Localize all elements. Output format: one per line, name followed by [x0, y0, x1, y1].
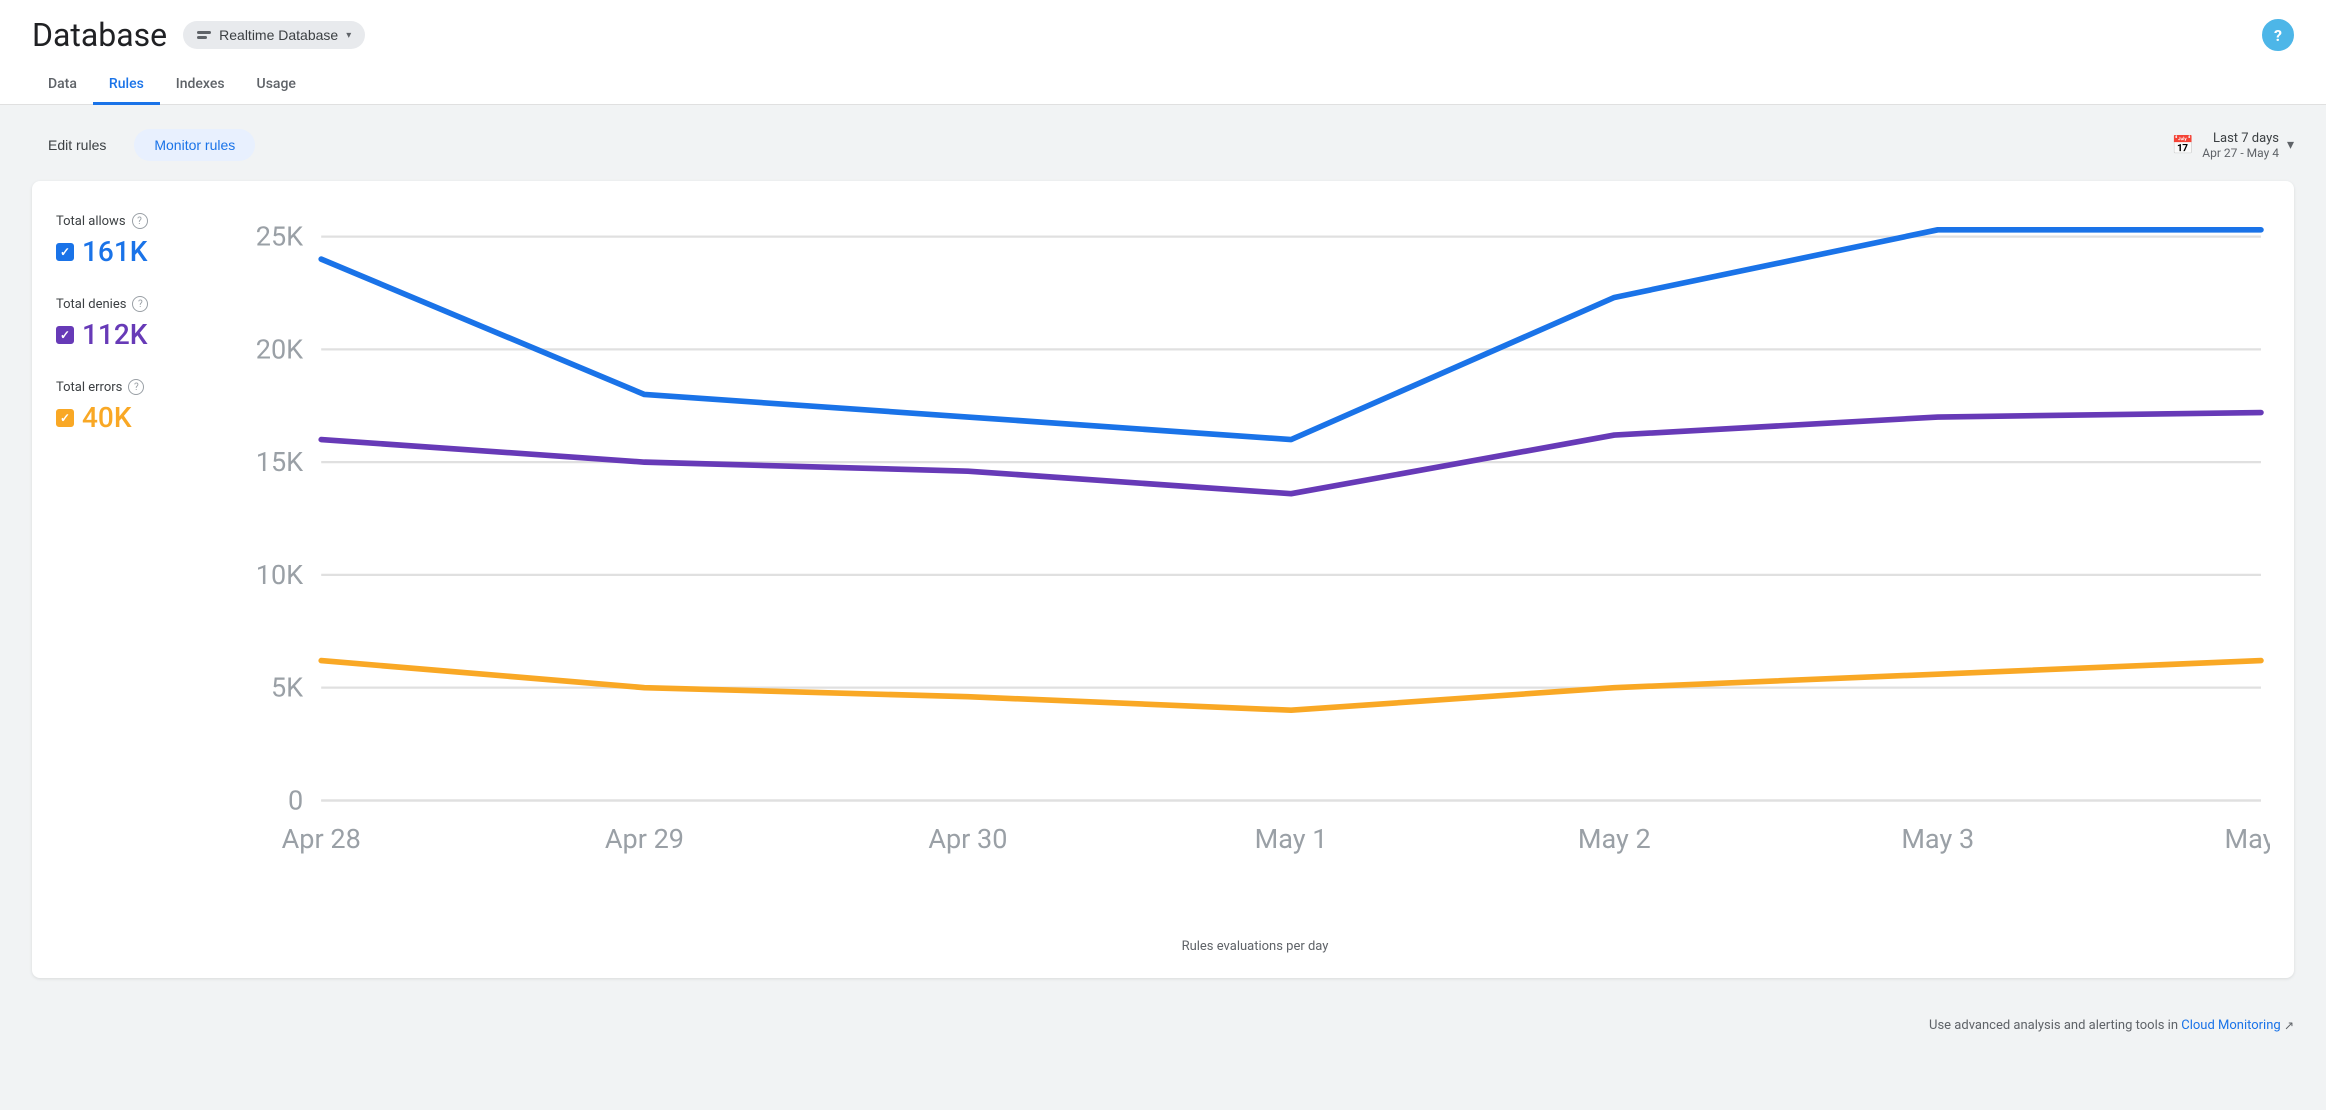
- chevron-down-icon: ▾: [2287, 137, 2294, 153]
- errors-checkbox[interactable]: [56, 409, 74, 427]
- date-range-selector[interactable]: 📅 Last 7 days Apr 27 - May 4 ▾: [2172, 131, 2294, 160]
- tab-indexes[interactable]: Indexes: [160, 66, 241, 105]
- db-selector-button[interactable]: Realtime Database ▾: [183, 21, 365, 49]
- denies-label: Total denies: [56, 297, 126, 312]
- external-link-icon: ↗: [2284, 1018, 2294, 1032]
- legend-denies: Total denies ? 112K: [56, 296, 216, 351]
- denies-value: 112K: [82, 318, 147, 351]
- footer-note: Use advanced analysis and alerting tools…: [0, 1002, 2326, 1049]
- denies-value-row: 112K: [56, 318, 216, 351]
- cloud-monitoring-link[interactable]: Cloud Monitoring: [2181, 1018, 2280, 1033]
- chart-svg: 25K 20K 15K 10K 5K 0: [240, 205, 2270, 927]
- allows-checkbox[interactable]: [56, 243, 74, 261]
- database-stack-icon: [197, 31, 211, 39]
- help-button[interactable]: ?: [2262, 19, 2294, 51]
- footer-prefix: Use advanced analysis and alerting tools…: [1929, 1018, 2181, 1033]
- page-title: Database: [32, 16, 167, 54]
- errors-help-icon[interactable]: ?: [128, 379, 144, 395]
- chart-legend: Total allows ? 161K Total denies ?: [56, 205, 216, 462]
- allows-value: 161K: [82, 235, 147, 268]
- chart-card: Total allows ? 161K Total denies ?: [32, 181, 2294, 978]
- svg-text:May 3: May 3: [1901, 823, 1974, 855]
- chart-x-label: Rules evaluations per day: [240, 939, 2270, 954]
- edit-rules-button[interactable]: Edit rules: [32, 129, 122, 161]
- svg-text:20K: 20K: [256, 333, 303, 365]
- svg-text:May 2: May 2: [1578, 823, 1651, 855]
- svg-text:May 4: May 4: [2225, 823, 2270, 855]
- header: Database Realtime Database ▾ ? Data Rule…: [0, 0, 2326, 105]
- svg-text:10K: 10K: [256, 559, 303, 591]
- svg-text:0: 0: [288, 784, 303, 816]
- main-content: Edit rules Monitor rules 📅 Last 7 days A…: [0, 105, 2326, 1002]
- denies-checkbox[interactable]: [56, 326, 74, 344]
- tab-rules[interactable]: Rules: [93, 66, 160, 105]
- tabs-nav: Data Rules Indexes Usage: [32, 66, 2294, 104]
- errors-value: 40K: [82, 401, 132, 434]
- errors-label: Total errors: [56, 380, 122, 395]
- db-selector-label: Realtime Database: [219, 27, 338, 43]
- monitor-rules-button[interactable]: Monitor rules: [134, 129, 255, 161]
- svg-text:25K: 25K: [256, 221, 303, 253]
- denies-help-icon[interactable]: ?: [132, 296, 148, 312]
- allows-help-icon[interactable]: ?: [132, 213, 148, 229]
- allows-value-row: 161K: [56, 235, 216, 268]
- tab-usage[interactable]: Usage: [241, 66, 312, 105]
- svg-text:5K: 5K: [271, 672, 303, 704]
- svg-text:Apr 28: Apr 28: [282, 823, 361, 855]
- legend-errors: Total errors ? 40K: [56, 379, 216, 434]
- date-range-line1: Last 7 days: [2202, 131, 2279, 146]
- toolbar: Edit rules Monitor rules 📅 Last 7 days A…: [32, 129, 2294, 161]
- svg-text:15K: 15K: [256, 446, 303, 478]
- svg-text:Apr 30: Apr 30: [928, 823, 1007, 855]
- svg-text:May 1: May 1: [1255, 823, 1328, 855]
- chevron-down-icon: ▾: [346, 30, 351, 41]
- allows-label: Total allows: [56, 214, 126, 229]
- legend-allows: Total allows ? 161K: [56, 213, 216, 268]
- calendar-icon: 📅: [2172, 135, 2194, 156]
- chart-svg-container: 25K 20K 15K 10K 5K 0: [240, 205, 2270, 931]
- tab-data[interactable]: Data: [32, 66, 93, 105]
- date-range-line2: Apr 27 - May 4: [2202, 146, 2279, 160]
- svg-text:Apr 29: Apr 29: [605, 823, 684, 855]
- chart-area: 25K 20K 15K 10K 5K 0: [240, 205, 2270, 954]
- errors-value-row: 40K: [56, 401, 216, 434]
